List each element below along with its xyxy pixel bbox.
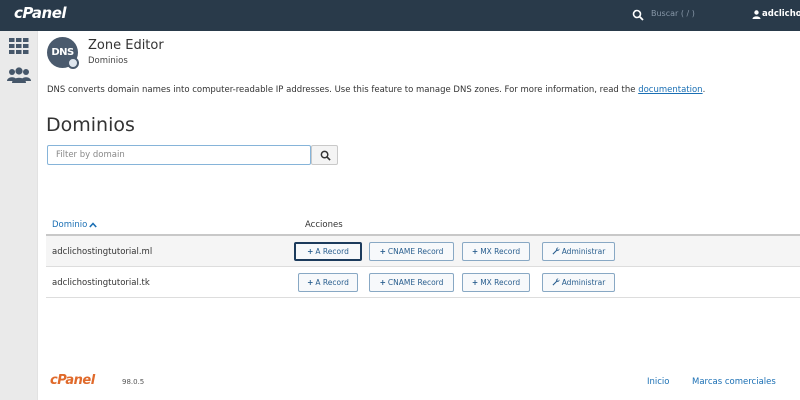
a-record-label: A Record bbox=[315, 278, 349, 287]
domain-header-label: Dominio bbox=[52, 220, 88, 230]
table-row: adclichostingtutorial.ml + A Record + CNAM… bbox=[46, 236, 800, 267]
section-title: Dominios bbox=[46, 114, 135, 136]
domains-table: Dominio Acciones adclichostingtutorial.m… bbox=[46, 212, 800, 298]
administrar-label: Administrar bbox=[561, 247, 606, 256]
plus-icon: + bbox=[379, 278, 386, 287]
administrar-button[interactable]: Administrar bbox=[542, 242, 615, 261]
plus-icon: + bbox=[307, 278, 314, 287]
filter-domain-input[interactable] bbox=[47, 145, 311, 165]
plus-icon: + bbox=[379, 247, 386, 256]
page-description: DNS converts domain names into computer-… bbox=[47, 85, 705, 95]
cname-record-label: CNAME Record bbox=[387, 278, 444, 287]
page-subtitle: Dominios bbox=[88, 56, 128, 66]
description-text: DNS converts domain names into computer-… bbox=[47, 85, 639, 95]
username-menu[interactable]: adclichos bbox=[762, 9, 800, 19]
a-record-button[interactable]: + A Record bbox=[294, 242, 362, 261]
plus-icon: + bbox=[471, 247, 479, 256]
magnifier-icon bbox=[67, 57, 79, 69]
version-label: 98.0.5 bbox=[122, 378, 145, 386]
search-input[interactable]: Buscar ( / ) bbox=[651, 9, 695, 18]
cname-record-label: CNAME Record bbox=[387, 247, 444, 256]
domain-cell: adclichostingtutorial.tk bbox=[52, 278, 150, 288]
domain-cell: adclichostingtutorial.ml bbox=[52, 247, 153, 257]
mx-record-label: MX Record bbox=[480, 247, 521, 256]
top-bar: cPanel Buscar ( / ) adclichos bbox=[0, 0, 800, 31]
wrench-icon bbox=[552, 247, 560, 255]
table-header: Dominio Acciones bbox=[46, 212, 800, 236]
footer-link-inicio[interactable]: Inicio bbox=[647, 377, 670, 387]
sidebar bbox=[0, 31, 38, 400]
plus-icon: + bbox=[307, 247, 314, 256]
sort-domain-header[interactable]: Dominio bbox=[52, 220, 98, 230]
user-icon bbox=[752, 10, 761, 19]
grid-icon[interactable] bbox=[9, 38, 29, 54]
wrench-icon bbox=[552, 278, 560, 286]
page-title: Zone Editor bbox=[88, 38, 164, 53]
footer-cpanel-logo[interactable]: cPanel bbox=[50, 373, 95, 388]
administrar-button[interactable]: Administrar bbox=[542, 273, 615, 292]
cname-record-button[interactable]: + CNAME Record bbox=[369, 242, 454, 261]
chevron-up-icon bbox=[89, 221, 98, 228]
a-record-button[interactable]: + A Record bbox=[298, 273, 358, 292]
description-end: . bbox=[702, 85, 706, 95]
main-content: DNS Zone Editor Dominios DNS converts do… bbox=[38, 31, 800, 400]
search-icon bbox=[320, 150, 331, 161]
actions-header: Acciones bbox=[305, 220, 343, 230]
search-icon[interactable] bbox=[632, 9, 644, 21]
mx-record-button[interactable]: + MX Record bbox=[462, 242, 530, 261]
a-record-label: A Record bbox=[315, 247, 349, 256]
cpanel-logo[interactable]: cPanel bbox=[14, 4, 67, 22]
table-row: adclichostingtutorial.tk + A Record + CNAM… bbox=[46, 267, 800, 298]
cname-record-button[interactable]: + CNAME Record bbox=[369, 273, 454, 292]
filter-search-button[interactable] bbox=[311, 145, 338, 165]
administrar-label: Administrar bbox=[561, 278, 606, 287]
footer-link-marcas[interactable]: Marcas comerciales bbox=[692, 377, 776, 387]
documentation-link[interactable]: documentation bbox=[638, 85, 702, 95]
mx-record-button[interactable]: + MX Record bbox=[462, 273, 530, 292]
plus-icon: + bbox=[471, 278, 479, 287]
mx-record-label: MX Record bbox=[480, 278, 521, 287]
dns-zone-editor-icon: DNS bbox=[47, 37, 79, 69]
users-icon[interactable] bbox=[7, 67, 31, 83]
